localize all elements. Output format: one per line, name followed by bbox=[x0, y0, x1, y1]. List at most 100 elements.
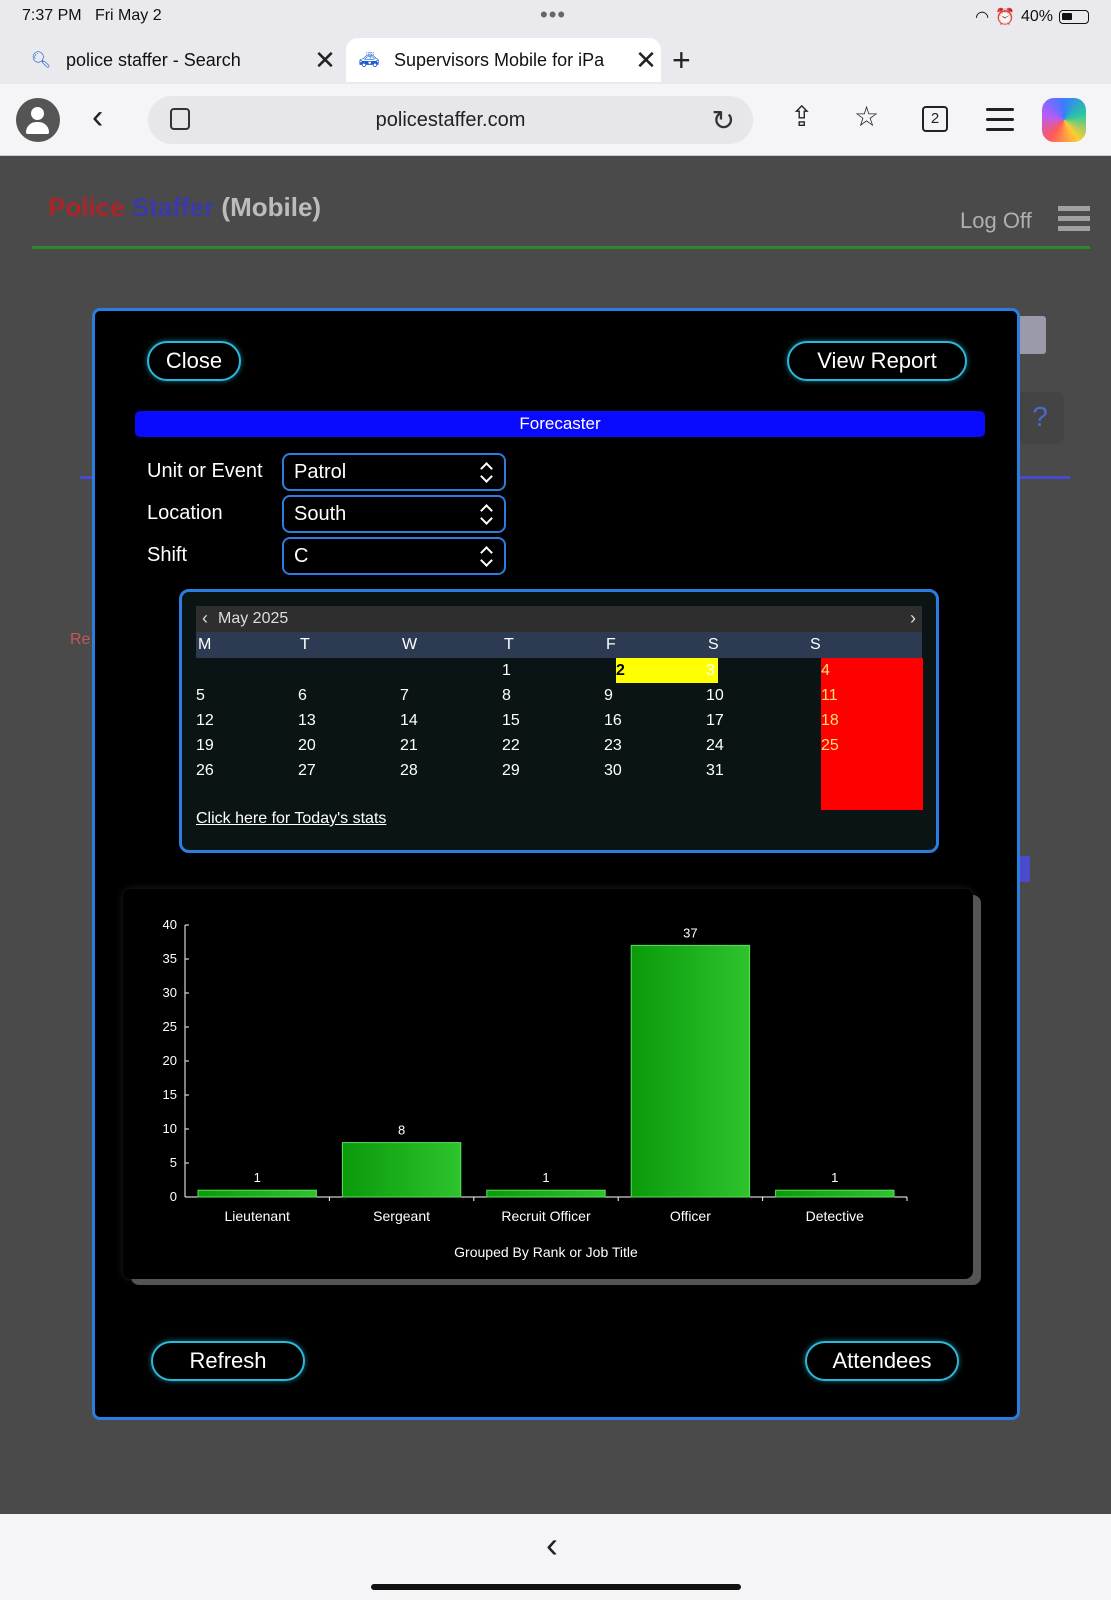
address-bar[interactable]: policestaffer.com ↻ bbox=[148, 96, 753, 144]
attendees-button[interactable]: Attendees bbox=[805, 1341, 959, 1381]
today-highlight bbox=[616, 658, 718, 683]
calendar-day[interactable]: 1 bbox=[502, 658, 511, 683]
status-time: 7:37 PM bbox=[22, 7, 82, 24]
day-header: M bbox=[198, 636, 212, 653]
car-icon: 🚓︎ bbox=[358, 52, 380, 69]
share-icon[interactable]: ⇪ bbox=[790, 100, 813, 133]
day-header: S bbox=[810, 636, 821, 653]
bar bbox=[775, 1189, 895, 1198]
help-icon[interactable]: ? bbox=[1016, 392, 1064, 444]
y-tick-label: 25 bbox=[163, 1019, 177, 1034]
calendar-day[interactable]: 14 bbox=[400, 708, 418, 733]
calendar-day[interactable]: 7 bbox=[400, 683, 409, 708]
x-tick-label: Sergeant bbox=[373, 1208, 430, 1224]
calendar-day[interactable]: 26 bbox=[196, 758, 214, 783]
star-icon[interactable]: ☆ bbox=[854, 100, 879, 133]
calendar-day[interactable]: 19 bbox=[196, 733, 214, 758]
tab-supervisors[interactable]: 🚓︎ Supervisors Mobile for iPa ✕ bbox=[346, 38, 661, 82]
calendar-day[interactable]: 22 bbox=[502, 733, 520, 758]
multitasking-dots-icon[interactable]: ••• bbox=[540, 2, 566, 28]
y-tick-label: 5 bbox=[170, 1155, 177, 1170]
status-date: Fri May 2 bbox=[94, 7, 162, 24]
x-axis-label: Grouped By Rank or Job Title bbox=[454, 1244, 638, 1260]
back-icon[interactable]: ‹ bbox=[92, 98, 103, 137]
y-tick-label: 15 bbox=[163, 1087, 177, 1102]
page-menu-icon[interactable] bbox=[1058, 206, 1090, 236]
calendar-day[interactable]: 15 bbox=[502, 708, 520, 733]
calendar-day[interactable]: 28 bbox=[400, 758, 418, 783]
status-bar: 7:37 PM Fri May 2 ••• ◠ ⏰ 40% bbox=[0, 0, 1111, 32]
calendar-day[interactable]: 10 bbox=[706, 683, 724, 708]
y-tick-label: 10 bbox=[163, 1121, 177, 1136]
calendar-day[interactable]: 25 bbox=[821, 733, 839, 758]
bar-value-label: 1 bbox=[254, 1170, 261, 1185]
new-tab-icon[interactable]: + bbox=[672, 42, 691, 79]
tab-search[interactable]: 🔍︎ police staffer - Search ✕ bbox=[30, 38, 340, 82]
calendar-day[interactable]: 6 bbox=[298, 683, 307, 708]
calendar-day[interactable]: 8 bbox=[502, 683, 511, 708]
location-row: Location South bbox=[147, 495, 527, 533]
browser-menu-icon[interactable] bbox=[986, 108, 1014, 138]
calendar-day[interactable]: 4 bbox=[821, 658, 830, 683]
y-tick-label: 20 bbox=[163, 1053, 177, 1068]
bar bbox=[486, 1189, 606, 1198]
refresh-button[interactable]: Refresh bbox=[151, 1341, 305, 1381]
x-tick-label: Lieutenant bbox=[224, 1208, 290, 1224]
browser-toolbar: ‹ policestaffer.com ↻ ⇪ ☆ 2 bbox=[0, 84, 1111, 156]
calendar-month-title: May 2025 bbox=[218, 610, 289, 627]
x-tick-label: Recruit Officer bbox=[501, 1208, 591, 1224]
reload-icon[interactable]: ↻ bbox=[712, 104, 735, 137]
calendar-day[interactable]: 20 bbox=[298, 733, 316, 758]
battery-percent: 40% bbox=[1020, 8, 1053, 25]
calendar-day[interactable]: 13 bbox=[298, 708, 316, 733]
select-arrows-icon bbox=[480, 461, 494, 485]
calendar-day[interactable]: 3 bbox=[706, 658, 715, 683]
battery-icon bbox=[1059, 10, 1089, 24]
home-indicator[interactable] bbox=[371, 1584, 741, 1590]
calendar-day[interactable]: 2 bbox=[616, 658, 625, 683]
close-tab-icon[interactable]: ✕ bbox=[310, 45, 340, 76]
prev-month-icon[interactable]: ‹ bbox=[202, 608, 208, 629]
calendar-day[interactable]: 23 bbox=[604, 733, 622, 758]
calendar-day[interactable]: 27 bbox=[298, 758, 316, 783]
calendar-day[interactable]: 16 bbox=[604, 708, 622, 733]
profile-avatar[interactable] bbox=[16, 98, 60, 142]
log-off-link[interactable]: Log Off bbox=[960, 208, 1032, 234]
shift-row: Shift C bbox=[147, 537, 527, 575]
calendar-day[interactable]: 21 bbox=[400, 733, 418, 758]
calendar-day[interactable]: 5 bbox=[196, 683, 205, 708]
next-month-icon[interactable]: › bbox=[910, 608, 916, 629]
close-tab-icon[interactable]: ✕ bbox=[631, 45, 661, 76]
copilot-icon[interactable] bbox=[1042, 98, 1086, 142]
calendar-day[interactable]: 24 bbox=[706, 733, 724, 758]
unit-or-event-row: Unit or Event Patrol bbox=[147, 453, 527, 491]
unit-or-event-select[interactable]: Patrol bbox=[282, 453, 506, 491]
calendar-day[interactable]: 9 bbox=[604, 683, 613, 708]
calendar-day[interactable]: 31 bbox=[706, 758, 724, 783]
day-header: W bbox=[402, 636, 418, 653]
alarm-icon: ⏰ bbox=[995, 9, 1015, 26]
forecaster-title: Forecaster bbox=[135, 411, 985, 437]
view-report-button[interactable]: View Report bbox=[787, 341, 967, 381]
calendar-person-icon[interactable] bbox=[1016, 316, 1046, 354]
calendar-day[interactable]: 11 bbox=[821, 683, 838, 708]
tab-count-button[interactable]: 2 bbox=[922, 106, 948, 132]
tab-title: police staffer - Search bbox=[66, 49, 241, 70]
shift-select[interactable]: C bbox=[282, 537, 506, 575]
calendar-day[interactable]: 18 bbox=[821, 708, 839, 733]
search-icon: 🔍︎ bbox=[30, 52, 52, 69]
back-chevron-icon[interactable]: ‹ bbox=[546, 1524, 558, 1566]
calendar-day[interactable]: 17 bbox=[706, 708, 724, 733]
shift-label: Shift bbox=[147, 544, 188, 566]
calendar-day[interactable]: 29 bbox=[502, 758, 520, 783]
site-brand: Police Staffer (Mobile) bbox=[48, 192, 322, 222]
x-tick-label: Officer bbox=[670, 1208, 711, 1224]
day-header: T bbox=[300, 636, 310, 653]
close-button[interactable]: Close bbox=[147, 341, 241, 381]
todays-stats-link[interactable]: Click here for Today's stats bbox=[196, 810, 386, 828]
bar-value-label: 8 bbox=[398, 1123, 405, 1138]
location-select[interactable]: South bbox=[282, 495, 506, 533]
calendar-day[interactable]: 12 bbox=[196, 708, 214, 733]
calendar-day[interactable]: 30 bbox=[604, 758, 622, 783]
location-label: Location bbox=[147, 502, 223, 524]
